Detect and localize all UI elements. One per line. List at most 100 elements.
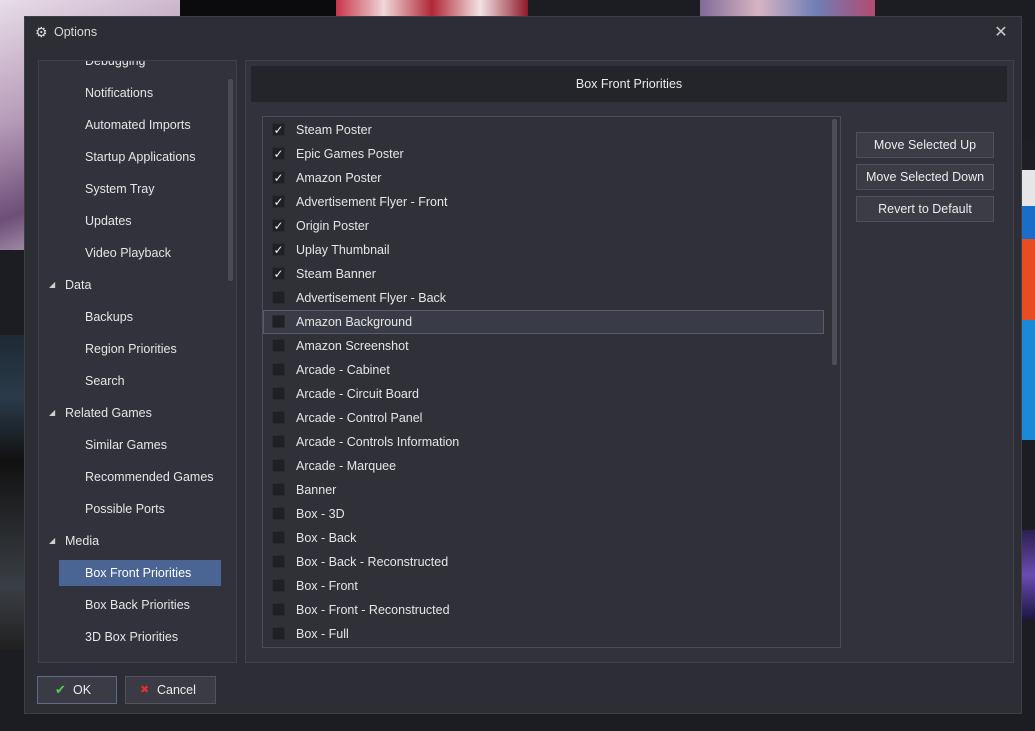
list-item-label: Advertisement Flyer - Front [296, 195, 448, 209]
list-item-label: Uplay Thumbnail [296, 243, 390, 257]
checkbox[interactable] [272, 627, 285, 640]
sidebar-item[interactable]: 3D Box Priorities [59, 624, 221, 650]
sidebar-item[interactable]: Updates [59, 208, 221, 234]
checkbox[interactable] [272, 555, 285, 568]
sidebar-item[interactable]: Region Priorities [59, 336, 221, 362]
checkbox[interactable] [272, 435, 285, 448]
list-item-label: Epic Games Poster [296, 147, 404, 161]
collapse-arrow-icon[interactable]: ◢ [49, 528, 55, 554]
list-item[interactable]: Box - Back - Reconstructed [263, 550, 825, 574]
list-item[interactable]: ✓ Amazon Poster [263, 166, 825, 190]
window-title: Options [54, 25, 98, 39]
checkbox[interactable] [272, 411, 285, 424]
list-item[interactable]: Box - Back [263, 526, 825, 550]
sidebar-item[interactable]: Automated Imports [59, 112, 221, 138]
list-item[interactable]: Arcade - Controls Information [263, 430, 825, 454]
cancel-button[interactable]: ✖ Cancel [125, 676, 216, 704]
priority-list: ✓ Steam Poster ✓ Epic Games Poster ✓ Amazon P… [262, 116, 841, 648]
list-item-label: Box - Front [296, 579, 358, 593]
list-item[interactable]: Arcade - Marquee [263, 454, 825, 478]
checkbox[interactable]: ✓ [272, 123, 285, 136]
ok-label: OK [73, 683, 92, 697]
checkbox[interactable]: ✓ [272, 219, 285, 232]
checkbox[interactable]: ✓ [272, 195, 285, 208]
list-item[interactable]: Box - Front - Reconstructed [263, 598, 825, 622]
sidebar-item-label: Automated Imports [85, 118, 191, 132]
gear-icon: ⚙ [35, 24, 48, 40]
ok-button[interactable]: ✔ OK [37, 676, 117, 704]
list-item-label: Box - Full [296, 627, 349, 641]
list-item-label: Steam Banner [296, 267, 376, 281]
list-item[interactable]: ✓ Epic Games Poster [263, 142, 825, 166]
sidebar-item[interactable]: Box Back Priorities [59, 592, 221, 618]
list-item[interactable]: Amazon Screenshot [263, 334, 825, 358]
list-item[interactable]: Arcade - Cabinet [263, 358, 825, 382]
checkbox[interactable] [272, 483, 285, 496]
checkbox[interactable] [272, 291, 285, 304]
sidebar-item[interactable]: System Tray [59, 176, 221, 202]
list-item-label: Arcade - Marquee [296, 459, 397, 473]
checkbox[interactable] [272, 579, 285, 592]
sidebar-item-label: Region Priorities [85, 342, 177, 356]
sidebar-group[interactable]: ◢ Data [39, 272, 229, 298]
list-item[interactable]: ✓ Advertisement Flyer - Front [263, 190, 825, 214]
list-item[interactable]: ✓ Steam Banner [263, 262, 825, 286]
sidebar-scrollbar[interactable] [228, 79, 233, 281]
checkbox[interactable]: ✓ [272, 171, 285, 184]
checkmark-icon: ✔ [55, 682, 66, 697]
list-scrollbar[interactable] [832, 119, 837, 365]
collapse-arrow-icon[interactable]: ◢ [49, 400, 55, 426]
checkbox[interactable]: ✓ [272, 147, 285, 160]
sidebar-item-label: Startup Applications [85, 150, 196, 164]
sidebar-item[interactable]: Similar Games [59, 432, 221, 458]
checkbox[interactable] [272, 603, 285, 616]
list-item[interactable]: ✓ Steam Poster [263, 118, 825, 142]
sidebar-group[interactable]: ◢ Related Games [39, 400, 229, 426]
checkbox[interactable] [272, 507, 285, 520]
sidebar-item[interactable]: Video Playback [59, 240, 221, 266]
sidebar-item[interactable]: Possible Ports [59, 496, 221, 522]
sidebar-item-label: Debugging [85, 60, 146, 68]
list-item-label: Amazon Background [296, 315, 413, 329]
sidebar-item[interactable]: Notifications [59, 80, 221, 106]
checkbox[interactable] [272, 363, 285, 376]
list-item[interactable]: Banner [263, 478, 825, 502]
list-item[interactable]: ✓ Uplay Thumbnail [263, 238, 825, 262]
sidebar-item-label: Media [65, 534, 100, 548]
sidebar-item-label: Search [85, 374, 125, 388]
checkbox[interactable] [272, 315, 285, 328]
list-item[interactable]: Advertisement Flyer - Back [263, 286, 825, 310]
list-item-label: Origin Poster [296, 219, 369, 233]
close-button[interactable]: ✕ [989, 21, 1013, 45]
checkbox[interactable] [272, 387, 285, 400]
sidebar-item-label: Data [65, 278, 92, 292]
revert-to-default-button[interactable]: Revert to Default [856, 196, 994, 222]
sidebar-item[interactable]: Debugging [59, 60, 221, 74]
checkbox[interactable] [272, 339, 285, 352]
sidebar-item-label: Related Games [65, 406, 152, 420]
sidebar-group[interactable]: ◢ Media [39, 528, 229, 554]
move-selected-up-button[interactable]: Move Selected Up [856, 132, 994, 158]
list-item[interactable]: Arcade - Circuit Board [263, 382, 825, 406]
checkbox[interactable] [272, 459, 285, 472]
sidebar-item[interactable]: Startup Applications [59, 144, 221, 170]
checkbox[interactable]: ✓ [272, 243, 285, 256]
title-bar: ⚙ Options ✕ [25, 17, 1021, 49]
list-item[interactable]: Box - Full [263, 622, 825, 646]
list-item[interactable]: ✓ Origin Poster [263, 214, 825, 238]
checkbox[interactable] [272, 531, 285, 544]
sidebar-item[interactable]: Search [59, 368, 221, 394]
sidebar-item-label: Video Playback [85, 246, 171, 260]
list-item[interactable]: Box - 3D [263, 502, 825, 526]
list-item[interactable]: Arcade - Control Panel [263, 406, 825, 430]
sidebar-item-label: 3D Box Priorities [85, 630, 179, 644]
list-item[interactable]: Box - Front [263, 574, 825, 598]
list-item[interactable]: Amazon Background [263, 310, 824, 334]
sidebar-item-label: System Tray [85, 182, 155, 196]
sidebar-item[interactable]: Backups [59, 304, 221, 330]
sidebar-item[interactable]: Box Front Priorities [59, 560, 221, 586]
checkbox[interactable]: ✓ [272, 267, 285, 280]
sidebar-item[interactable]: Recommended Games [59, 464, 221, 490]
move-selected-down-button[interactable]: Move Selected Down [856, 164, 994, 190]
collapse-arrow-icon[interactable]: ◢ [49, 272, 55, 298]
